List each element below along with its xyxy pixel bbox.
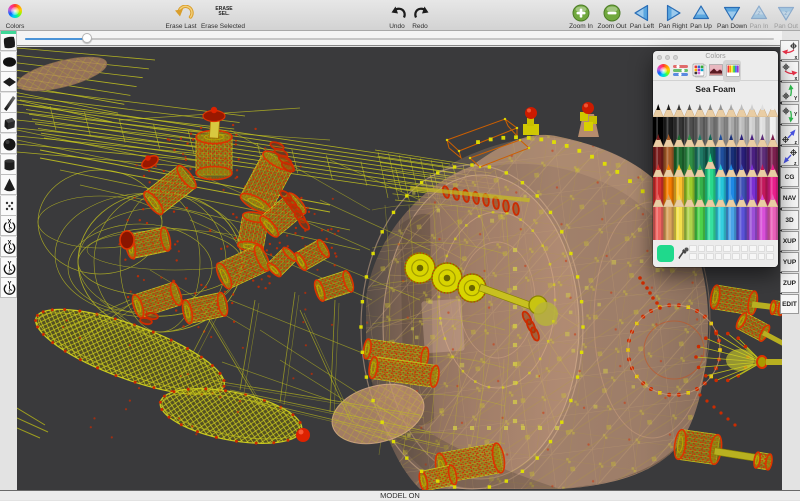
- svg-text:Y: Y: [794, 96, 798, 102]
- svg-text:x: x: [795, 55, 798, 60]
- svg-text:z: z: [757, 11, 761, 17]
- svg-text:Y: Y: [794, 112, 798, 118]
- svg-text:z: z: [8, 269, 11, 274]
- svg-text:z: z: [784, 11, 788, 17]
- svg-text:z: z: [8, 248, 11, 253]
- svg-text:x: x: [795, 76, 798, 81]
- svg-text:z: z: [8, 289, 11, 294]
- svg-text:z: z: [795, 140, 798, 145]
- svg-text:z: z: [8, 227, 11, 232]
- svg-text:z: z: [794, 161, 797, 166]
